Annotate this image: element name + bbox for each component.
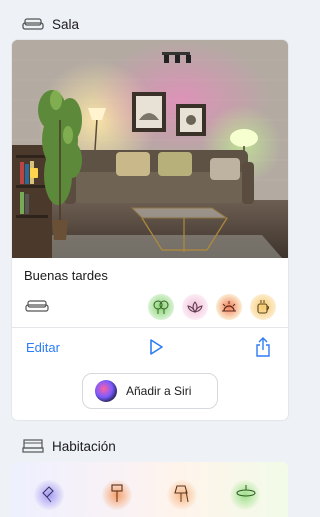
sofa-icon (22, 16, 44, 32)
scene-title: Buenas tardes (24, 268, 108, 283)
section-header-habitacion: Habitación (0, 432, 291, 460)
siri-icon (95, 380, 117, 402)
bed-icon (22, 438, 44, 454)
table-lamp-icon (167, 480, 197, 510)
sofa-icon (24, 299, 50, 315)
scene-card-habitacion[interactable] (12, 462, 288, 517)
room-photo (12, 40, 288, 258)
ceiling-light-icon (230, 480, 260, 510)
sunrise-icon (216, 294, 242, 320)
scene-lights-row (24, 293, 276, 321)
desk-lamp-icon (34, 480, 64, 510)
section-title-sala: Sala (52, 16, 80, 32)
tree-icon (148, 294, 174, 320)
play-icon[interactable] (145, 336, 167, 358)
share-icon[interactable] (252, 336, 274, 358)
cup-icon (250, 294, 276, 320)
add-to-siri-button[interactable]: Añadir a Siri (82, 373, 218, 409)
scene-actions: Editar (26, 335, 274, 359)
lotus-icon (182, 294, 208, 320)
scene-card-sala[interactable]: Buenas tardes Editar Añadir a Siri (12, 40, 288, 420)
edit-button[interactable]: Editar (26, 340, 60, 355)
add-to-siri-label: Añadir a Siri (126, 384, 192, 398)
floor-lamp-icon (102, 480, 132, 510)
divider (12, 327, 288, 328)
section-title-habitacion: Habitación (52, 438, 116, 454)
section-header-sala: Sala (0, 10, 291, 38)
